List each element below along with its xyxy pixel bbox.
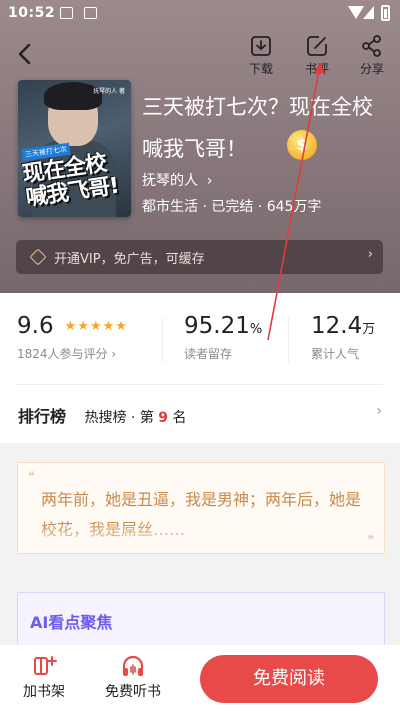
download-button[interactable]: 下载 xyxy=(239,34,283,77)
retention-stat: 95.21% 读者留存 xyxy=(184,313,262,362)
signal-icon xyxy=(363,6,374,19)
free-read-button[interactable]: 免费阅读 xyxy=(200,655,378,703)
divider xyxy=(288,318,289,362)
coin-icon: $ xyxy=(287,130,317,160)
rating-count: 1824人参与评分 xyxy=(17,347,108,361)
author-link[interactable]: 抚琴的人 › xyxy=(142,170,213,190)
edit-icon xyxy=(307,36,327,56)
headphones-icon xyxy=(122,655,144,676)
rank-suffix: 名 xyxy=(172,410,187,426)
battery-icon xyxy=(381,5,390,21)
popularity-label: 累计人气 xyxy=(311,347,360,361)
vip-text: 开通VIP，免广告，可缓存 xyxy=(54,252,205,267)
share-button[interactable]: 分享 xyxy=(350,34,394,77)
open-quote-icon: ❝ xyxy=(28,469,35,483)
rank-heading: 排行榜 xyxy=(18,407,67,426)
book-cover[interactable]: 抚琴的人 著 三天被打七次 现在全校 喊我飞哥! xyxy=(18,80,131,217)
rating-stat[interactable]: 9.6 ★★★★★ 1824人参与评分 › xyxy=(17,313,128,362)
retention-label: 读者留存 xyxy=(184,347,233,361)
back-arrow-icon xyxy=(18,43,31,65)
add-to-shelf-button[interactable]: 加书架 xyxy=(9,653,79,701)
book-title: 三天被打七次？现在全校喊我飞哥！ xyxy=(142,95,373,161)
bookshelf-add-icon xyxy=(34,656,57,675)
review-label: 书评 xyxy=(304,62,329,76)
book-stats-card: 9.6 ★★★★★ 1824人参与评分 › 95.21% 读者留存 12.4万 … xyxy=(0,293,400,443)
rank-list-name: 热搜榜 xyxy=(84,410,127,426)
wifi-icon xyxy=(348,6,364,19)
status-time: 10:52 xyxy=(8,5,56,21)
free-listen-button[interactable]: 免费听书 xyxy=(98,653,168,701)
close-quote-icon: ❞ xyxy=(367,533,374,547)
rank-row[interactable]: 排行榜 热搜榜 · 第 9 名 › xyxy=(18,403,382,427)
download-icon xyxy=(251,36,271,56)
download-label: 下载 xyxy=(248,62,273,76)
rank-prefix: 第 xyxy=(139,410,154,426)
listen-label: 免费听书 xyxy=(105,684,161,700)
cover-author: 抚琴的人 著 xyxy=(93,88,125,95)
book-intro-quote[interactable]: ❝ 两年前，她是丑逼，我是男神；两年后，她是校花，我是屌丝…… ❞ xyxy=(17,462,385,554)
rank-number: 9 xyxy=(158,410,169,426)
divider xyxy=(162,318,163,362)
vip-banner[interactable]: 开通VIP，免广告，可缓存 › xyxy=(16,240,383,274)
review-button[interactable]: 书评 xyxy=(295,34,339,77)
add-shelf-label: 加书架 xyxy=(23,684,65,700)
popularity-stat: 12.4万 累计人气 xyxy=(311,313,375,362)
star-rating-icon: ★★★★★ xyxy=(64,319,128,334)
back-button[interactable] xyxy=(12,40,40,68)
rating-value: 9.6 xyxy=(17,313,54,339)
retention-value: 95.21 xyxy=(184,313,250,339)
chevron-right-icon: › xyxy=(376,403,382,419)
author-name: 抚琴的人 xyxy=(142,173,198,189)
book-meta: 都市生活 · 已完结 · 645万字 xyxy=(142,199,322,215)
divider xyxy=(16,384,383,385)
a-icon xyxy=(84,7,97,19)
bottom-action-bar: 加书架 免费听书 免费阅读 xyxy=(0,645,400,711)
chevron-right-icon: › xyxy=(107,347,117,361)
chevron-right-icon: › xyxy=(367,247,373,262)
ai-section-title: AI看点聚焦 xyxy=(30,613,113,632)
share-icon xyxy=(362,35,381,57)
gallery-icon xyxy=(60,7,73,19)
retention-unit: % xyxy=(249,322,263,337)
diamond-icon xyxy=(29,248,47,266)
popularity-unit: 万 xyxy=(362,322,376,337)
popularity-value: 12.4 xyxy=(311,313,363,339)
status-bar: 10:52 xyxy=(0,0,400,28)
chevron-right-icon: › xyxy=(202,173,213,189)
share-label: 分享 xyxy=(359,62,384,76)
